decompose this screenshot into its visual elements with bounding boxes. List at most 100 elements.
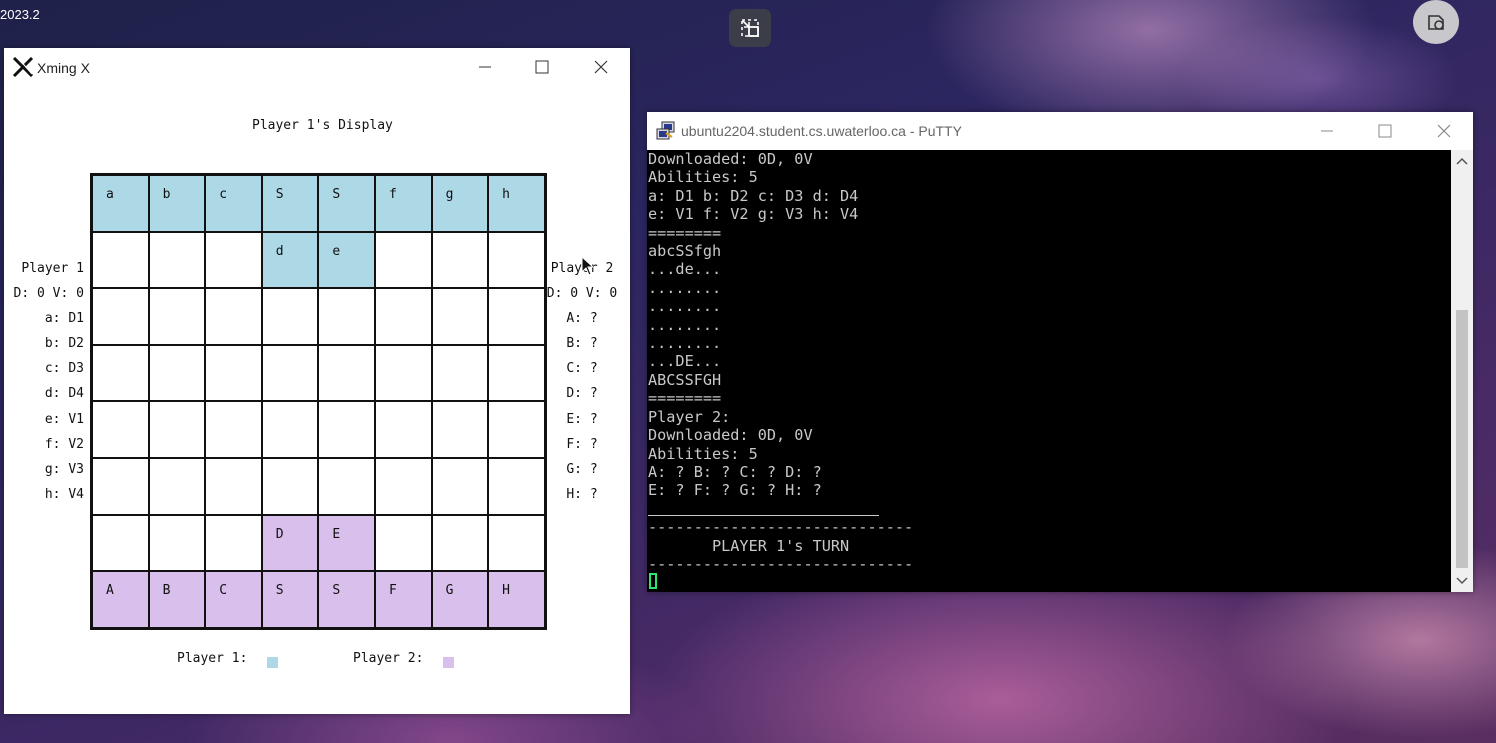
- board-cell: G: [431, 571, 489, 628]
- board-cell: h: [488, 175, 545, 232]
- player2-panel-line: D: 0 V: 0: [546, 286, 618, 302]
- board-cell: A: [92, 571, 149, 628]
- board-cell: [205, 401, 262, 458]
- piece-label: B: [162, 583, 171, 599]
- board-cell: [148, 514, 206, 572]
- xming-maximize-button[interactable]: [514, 48, 570, 86]
- board-cell: B: [148, 571, 206, 628]
- legend-player1-label: Player 1:: [177, 651, 248, 666]
- board-cell: [374, 231, 432, 289]
- board-cell: [261, 344, 319, 402]
- scroll-thumb[interactable]: [1456, 310, 1468, 568]
- terminal-line: abcSSfgh: [648, 242, 722, 261]
- screen-record-button[interactable]: [1413, 0, 1459, 44]
- piece-label: F: [388, 583, 397, 599]
- restore-icon: [741, 19, 759, 37]
- terminal-line: A: ? B: ? C: ? D: ?: [648, 462, 822, 481]
- board-cell: [92, 457, 149, 515]
- board-cell: F: [374, 571, 432, 628]
- piece-label: c: [219, 187, 228, 202]
- board-cell: [318, 457, 375, 515]
- terminal-line: ........: [648, 297, 722, 316]
- terminal-line: ........: [648, 315, 722, 334]
- player1-panel-line: b: D2: [44, 336, 84, 352]
- close-icon: [1437, 124, 1451, 138]
- putty-maximize-button[interactable]: [1357, 112, 1413, 150]
- board-cell: H: [488, 571, 545, 628]
- board-cell: d: [261, 231, 319, 289]
- display-title: Player 1's Display: [252, 118, 393, 133]
- maximize-icon: [1378, 124, 1392, 138]
- player1-panel-line: d: D4: [44, 386, 84, 402]
- piece-label: H: [502, 583, 510, 599]
- piece-label: D: [275, 526, 284, 542]
- terminal-cursor: [649, 573, 657, 589]
- player1-panel-line: a: D1: [44, 311, 84, 327]
- xming-close-button[interactable]: [573, 48, 629, 86]
- board-cell: [261, 457, 319, 515]
- board-cell: D: [261, 514, 319, 572]
- board-cell: [374, 288, 432, 345]
- piece-label: S: [332, 583, 341, 599]
- piece-label: h: [502, 187, 510, 202]
- board-cell: [92, 288, 149, 345]
- terminal-scrollbar[interactable]: [1451, 150, 1473, 592]
- terminal-line: Downloaded: 0D, 0V: [648, 426, 813, 445]
- board-cell: [318, 288, 375, 345]
- terminal-line: -----------------------------: [648, 518, 914, 537]
- scroll-up-button[interactable]: [1451, 152, 1473, 170]
- version-text: 2023.2: [0, 7, 40, 22]
- board-cell: [374, 401, 432, 458]
- minimize-icon: [1321, 130, 1333, 132]
- terminal-area[interactable]: Downloaded: 0D, 0V Abilities: 5 a: D1 b: D…: [647, 150, 1451, 592]
- board-cell: [431, 288, 489, 345]
- board-cell: [431, 514, 489, 572]
- chevron-down-icon: [1456, 577, 1468, 585]
- piece-label: G: [445, 583, 454, 599]
- legend-player1-swatch: [267, 657, 278, 668]
- putty-close-button[interactable]: [1416, 112, 1472, 150]
- putty-minimize-button[interactable]: [1299, 112, 1355, 150]
- piece-label: e: [332, 243, 341, 259]
- piece-label: S: [275, 583, 284, 599]
- putty-window: ubuntu2204.student.cs.uwaterloo.ca - PuT…: [647, 112, 1473, 592]
- terminal-line: e: V1 f: V2 g: V3 h: V4: [648, 205, 859, 224]
- player2-panel-line: G: ?: [566, 461, 598, 477]
- player1-panel-line: g: V3: [44, 461, 84, 477]
- putty-titlebar[interactable]: ubuntu2204.student.cs.uwaterloo.ca - PuT…: [647, 112, 1473, 150]
- board-cell: [148, 231, 206, 289]
- board-cell: [431, 401, 489, 458]
- restore-view-button[interactable]: [729, 9, 771, 47]
- xming-titlebar[interactable]: Xming X: [4, 48, 630, 86]
- record-icon: [1428, 15, 1444, 30]
- terminal-line: ...DE...: [648, 352, 722, 371]
- board-cell: [488, 457, 545, 515]
- board-cell: [488, 231, 545, 289]
- xming-title: Xming X: [37, 60, 90, 76]
- scroll-down-button[interactable]: [1451, 572, 1473, 590]
- board-cell: [318, 344, 375, 402]
- terminal-line: a: D1 b: D2 c: D3 d: D4: [648, 186, 859, 205]
- board-cell: [205, 288, 262, 345]
- board-cell: [261, 401, 319, 458]
- board-cell: g: [431, 175, 489, 232]
- board-cell: [148, 457, 206, 515]
- piece-label: g: [445, 187, 454, 202]
- putty-logo-icon: [656, 121, 675, 140]
- mouse-pointer-icon: [581, 256, 595, 276]
- chevron-up-icon: [1456, 157, 1468, 165]
- maximize-icon: [535, 60, 549, 74]
- putty-title: ubuntu2204.student.cs.uwaterloo.ca - PuT…: [681, 123, 962, 139]
- piece-label: A: [106, 583, 114, 599]
- minimize-icon: [479, 66, 491, 68]
- board-cell: c: [205, 175, 262, 232]
- player2-panel-line: B: ?: [566, 336, 598, 352]
- game-display: Player 1's Display abcSSfghdeDEABCSSFGH …: [4, 86, 630, 714]
- terminal-divider-line: [648, 515, 879, 516]
- board-cell: a: [92, 175, 149, 232]
- terminal-line: Abilities: 5: [648, 444, 758, 463]
- board-cell: [92, 231, 149, 289]
- close-icon: [594, 60, 608, 74]
- player1-panel-line: D: 0 V: 0: [13, 286, 84, 302]
- xming-minimize-button[interactable]: [457, 48, 513, 86]
